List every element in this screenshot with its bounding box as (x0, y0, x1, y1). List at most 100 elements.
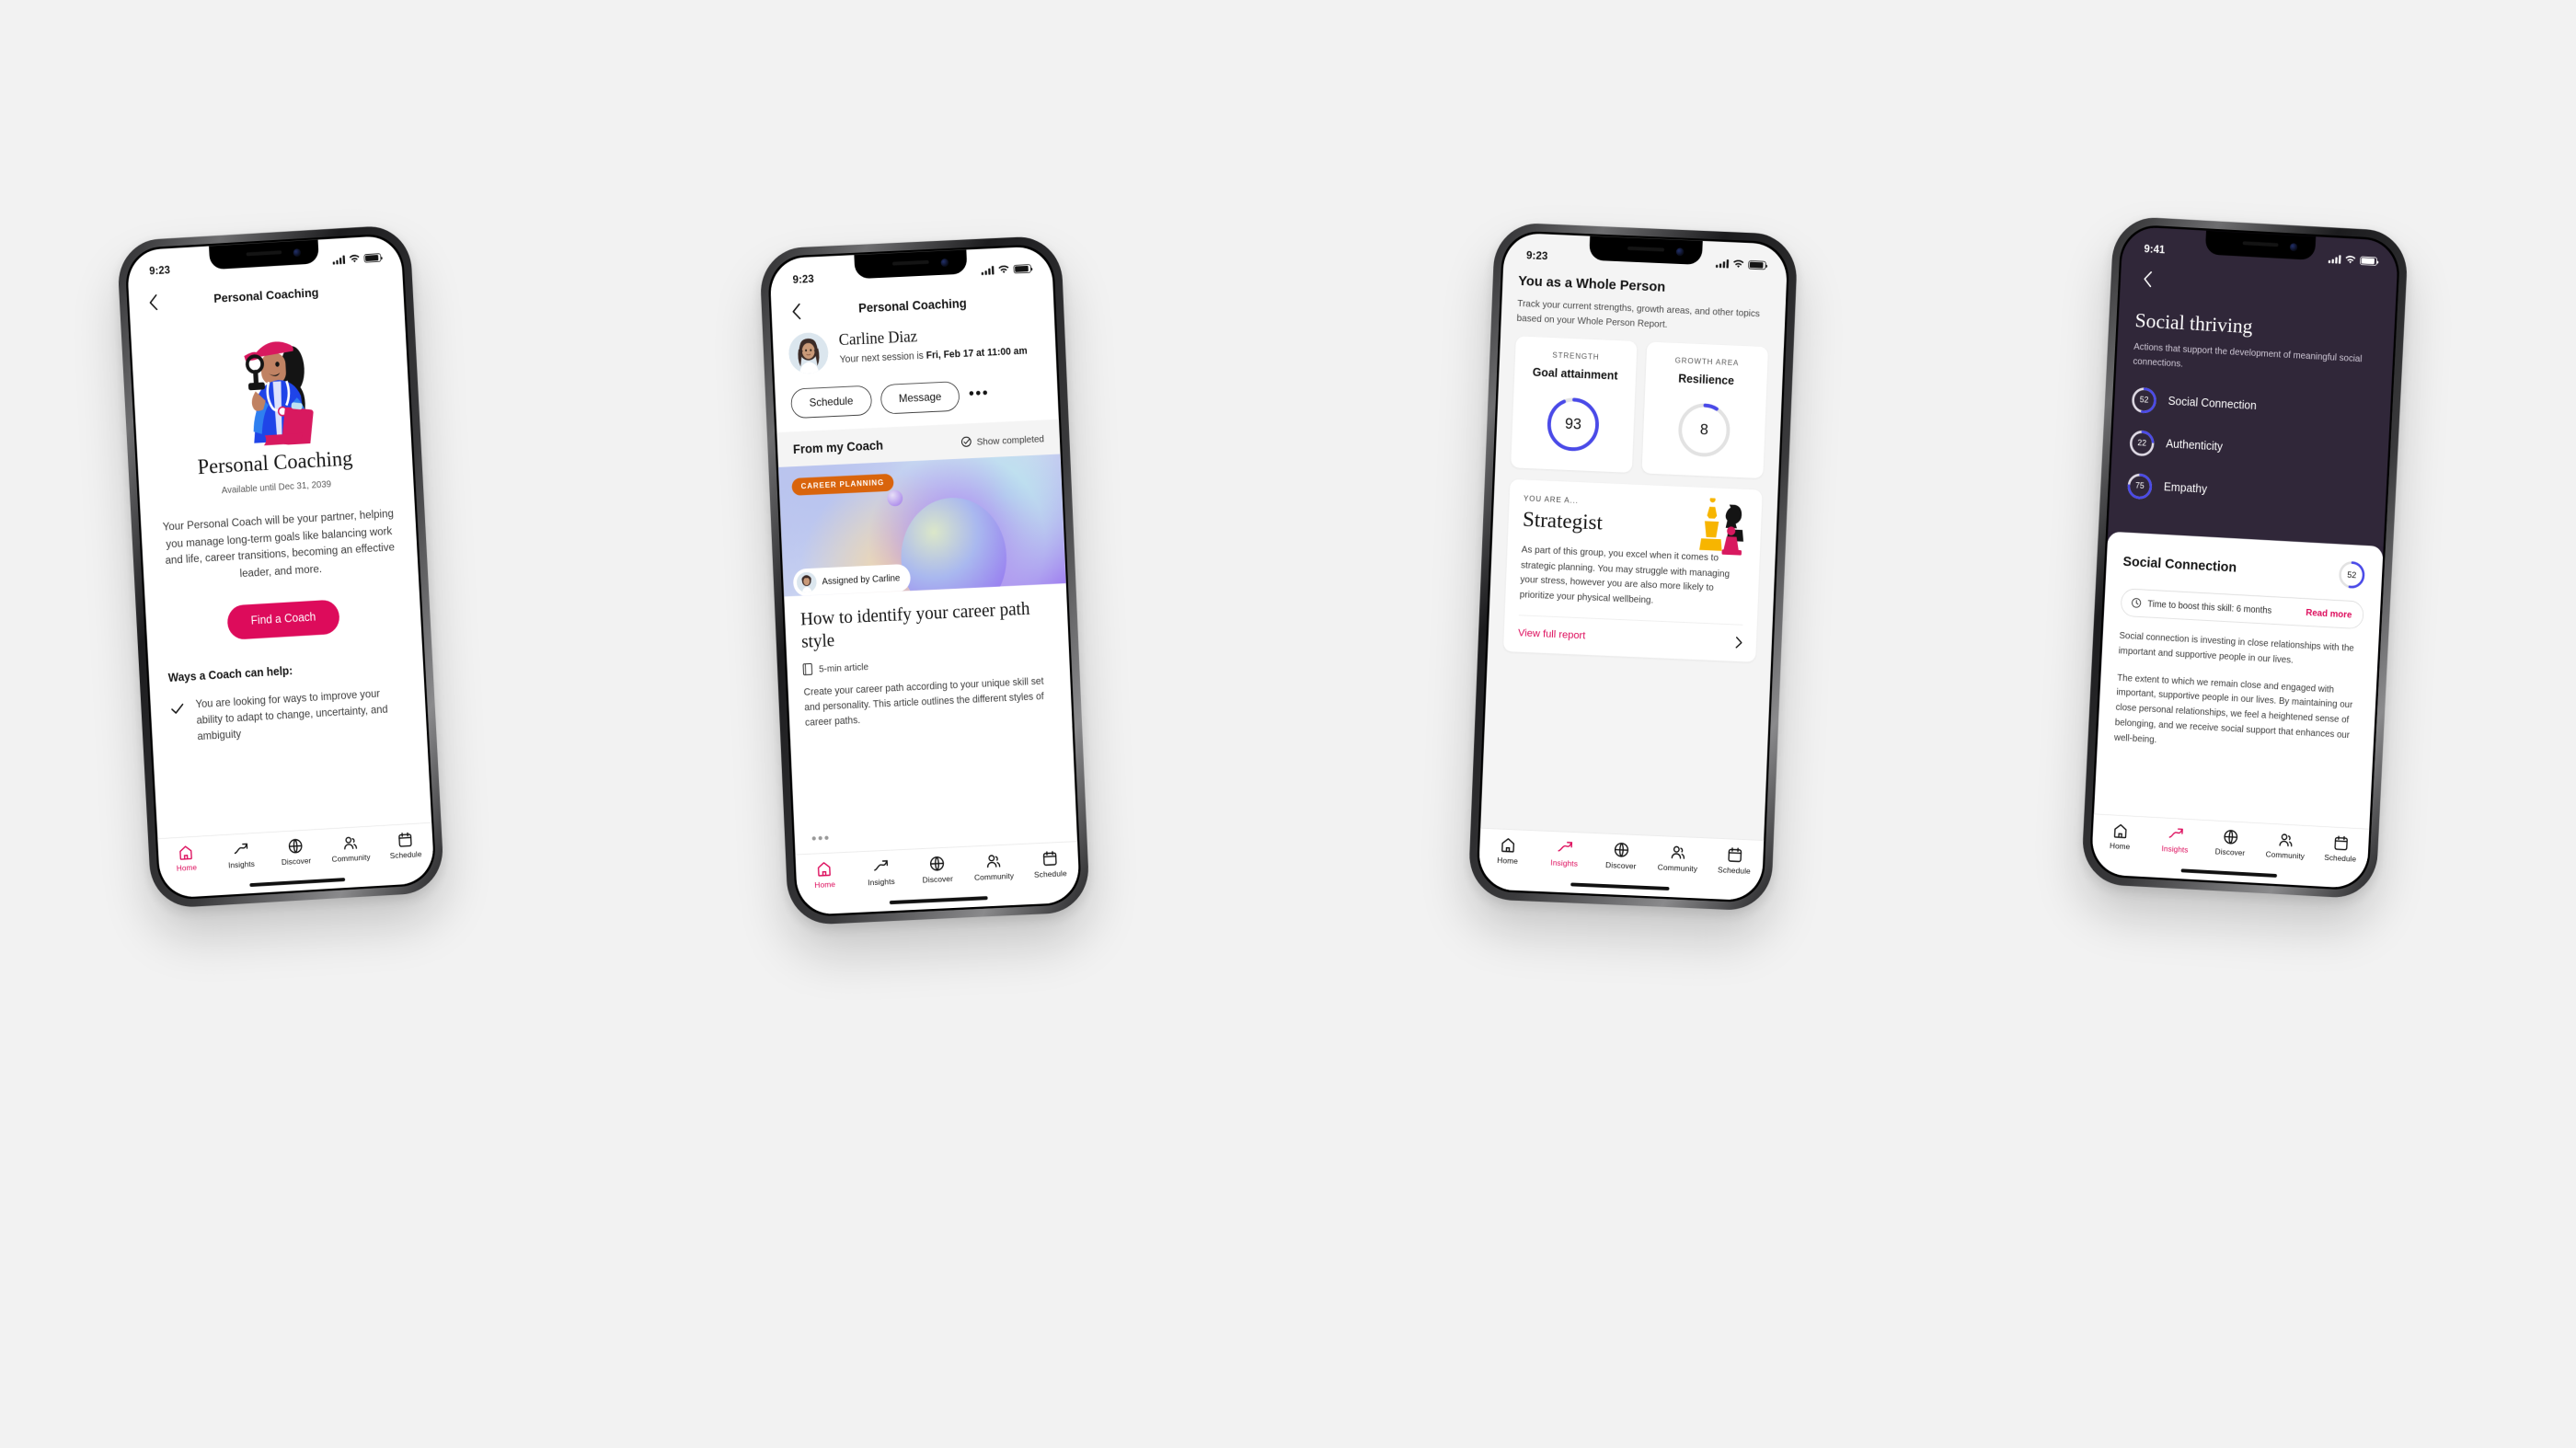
metric-card-growth-area[interactable]: GROWTH AREA Resilience 8 (1641, 341, 1769, 479)
wifi-icon (2345, 256, 2356, 264)
schedule-button[interactable]: Schedule (790, 385, 872, 419)
skill-score: 52 (2139, 396, 2149, 406)
status-time: 9:23 (792, 272, 815, 286)
view-full-report-link[interactable]: View full report (1517, 615, 1743, 662)
phone-bezel: 9:23 You as a Whole Person Track your cu… (1476, 230, 1790, 903)
tab-insights[interactable]: Insights (852, 856, 910, 888)
calendar-icon (1042, 851, 1057, 867)
tab-label: Home (2109, 842, 2131, 852)
tab-community[interactable]: Community (1649, 843, 1707, 874)
coach-actions: Schedule Message ••• (775, 362, 1059, 432)
tab-insights[interactable]: Insights (213, 839, 269, 871)
list-item-authenticity[interactable]: 22 Authenticity (2128, 429, 2372, 469)
page-title: Personal Coaching (857, 296, 967, 316)
more-horizontal-icon[interactable]: ••• (968, 383, 989, 402)
skill-label: Social Connection (2168, 395, 2258, 413)
page-body: Personal Coaching Available until Dec 31… (131, 308, 427, 748)
mockup-stage: 9:23 Personal Coaching Personal Coaching… (0, 0, 2576, 1448)
detail-paragraph-2: The extent to which we remain close and … (2113, 672, 2353, 745)
notch (854, 249, 968, 280)
trend-up-icon (234, 843, 247, 855)
tab-home[interactable]: Home (1479, 835, 1537, 867)
tab-community[interactable]: Community (322, 833, 378, 865)
cellular-signal-icon (2328, 255, 2341, 264)
progress-ring-resilience: 8 (1675, 400, 1732, 459)
article-card[interactable]: CAREER PLANNING Assigned by Carline How … (778, 454, 1073, 739)
bottom-tab-bar: Home Insights Discover Community Schedul… (157, 822, 435, 899)
tab-schedule[interactable]: Schedule (1021, 848, 1079, 879)
tab-insights[interactable]: Insights (2147, 824, 2203, 856)
list-item-empathy[interactable]: 75 Empathy (2126, 472, 2370, 512)
tab-schedule[interactable]: Schedule (377, 830, 433, 862)
article-title: How to identify your career path style (799, 598, 1030, 652)
message-button[interactable]: Message (880, 381, 960, 415)
tab-label: Schedule (1717, 866, 1752, 877)
tab-schedule[interactable]: Schedule (1706, 845, 1764, 876)
back-button[interactable] (785, 300, 807, 323)
list-item-social-connection[interactable]: 52 Social Connection (2131, 386, 2375, 427)
tab-community[interactable]: Community (965, 851, 1023, 882)
calendar-icon (398, 832, 412, 847)
tab-home[interactable]: Home (796, 859, 854, 891)
coach-illustration (150, 322, 392, 451)
back-button[interactable] (2136, 268, 2158, 291)
battery-icon (1013, 264, 1031, 274)
phone-social-thriving: 9:41 Social thriving Actions that suppor… (2080, 215, 2409, 900)
metrics-row: STRENGTH Goal attainment 93 GROWTH AREA (1495, 336, 1784, 479)
boost-banner[interactable]: Time to boost this skill: 6 months Read … (2120, 588, 2364, 630)
section-title: From my Coach (792, 438, 884, 457)
phone-bezel: 9:41 Social thriving Actions that suppor… (2088, 224, 2401, 891)
progress-ring-authenticity: 22 (2128, 429, 2156, 457)
tab-home[interactable]: Home (158, 843, 214, 875)
show-completed-toggle[interactable]: Show completed (960, 432, 1044, 448)
tab-label: Discover (1604, 860, 1637, 871)
bottom-tab-bar: Home Insights Discover Community Schedul… (1478, 827, 1765, 902)
metric-value: 8 (1699, 420, 1709, 439)
people-icon (1671, 845, 1685, 859)
metric-value: 93 (1564, 415, 1582, 433)
next-session-prefix: Your next session is (839, 350, 926, 365)
persona-card: YOU ARE A... Strategist As part of this … (1502, 478, 1763, 662)
page-subtitle: Actions that support the development of … (2133, 340, 2363, 369)
tab-insights[interactable]: Insights (1535, 837, 1593, 868)
tab-label: Insights (2161, 845, 2189, 856)
people-icon (2279, 833, 2293, 847)
book-icon (802, 662, 813, 676)
metric-name: Goal attainment (1532, 366, 1618, 384)
metric-name: Resilience (1678, 373, 1735, 388)
check-icon (171, 703, 184, 714)
phone-screen: 9:41 Social thriving Actions that suppor… (2090, 225, 2399, 890)
dark-header: Social thriving Actions that support the… (2108, 225, 2399, 546)
tab-label: Insights (1550, 858, 1579, 868)
tab-schedule[interactable]: Schedule (2313, 833, 2369, 864)
tab-discover[interactable]: Discover (2202, 827, 2259, 858)
tab-home[interactable]: Home (2092, 821, 2148, 852)
tab-community[interactable]: Community (2258, 830, 2314, 861)
detail-paragraph-1: Social connection is investing in close … (2118, 629, 2355, 665)
read-more-link[interactable]: Read more (2306, 607, 2352, 620)
coach-avatar-small (796, 571, 817, 593)
decorative-blob-small (886, 489, 903, 507)
tab-label: Insights (227, 859, 256, 870)
tab-label: Community (1657, 863, 1698, 874)
tab-label: Home (1497, 856, 1519, 867)
battery-icon (2359, 256, 2378, 266)
status-time: 9:23 (1525, 248, 1548, 263)
find-a-coach-button[interactable]: Find a Coach (226, 599, 340, 641)
notch (1589, 236, 1703, 265)
phone-whole-person-insights: 9:23 You as a Whole Person Track your cu… (1467, 222, 1799, 912)
tab-discover[interactable]: Discover (908, 854, 966, 885)
ways-heading: Ways a Coach can help: (167, 665, 293, 685)
detail-title: Social Connection (2122, 554, 2237, 576)
calendar-icon (1728, 847, 1742, 863)
back-button[interactable] (143, 292, 164, 315)
article-image: CAREER PLANNING Assigned by Carline (778, 454, 1066, 597)
tab-discover[interactable]: Discover (1593, 840, 1650, 871)
check-circle-icon (960, 436, 972, 447)
tab-discover[interactable]: Discover (268, 836, 324, 868)
metric-card-strength[interactable]: STRENGTH Goal attainment 93 (1511, 336, 1638, 473)
bottom-tab-bar: Home Insights Discover Community Schedul… (795, 841, 1080, 915)
coach-avatar (788, 331, 830, 374)
progress-ring-detail: 52 (2338, 559, 2366, 590)
notch (209, 239, 319, 270)
